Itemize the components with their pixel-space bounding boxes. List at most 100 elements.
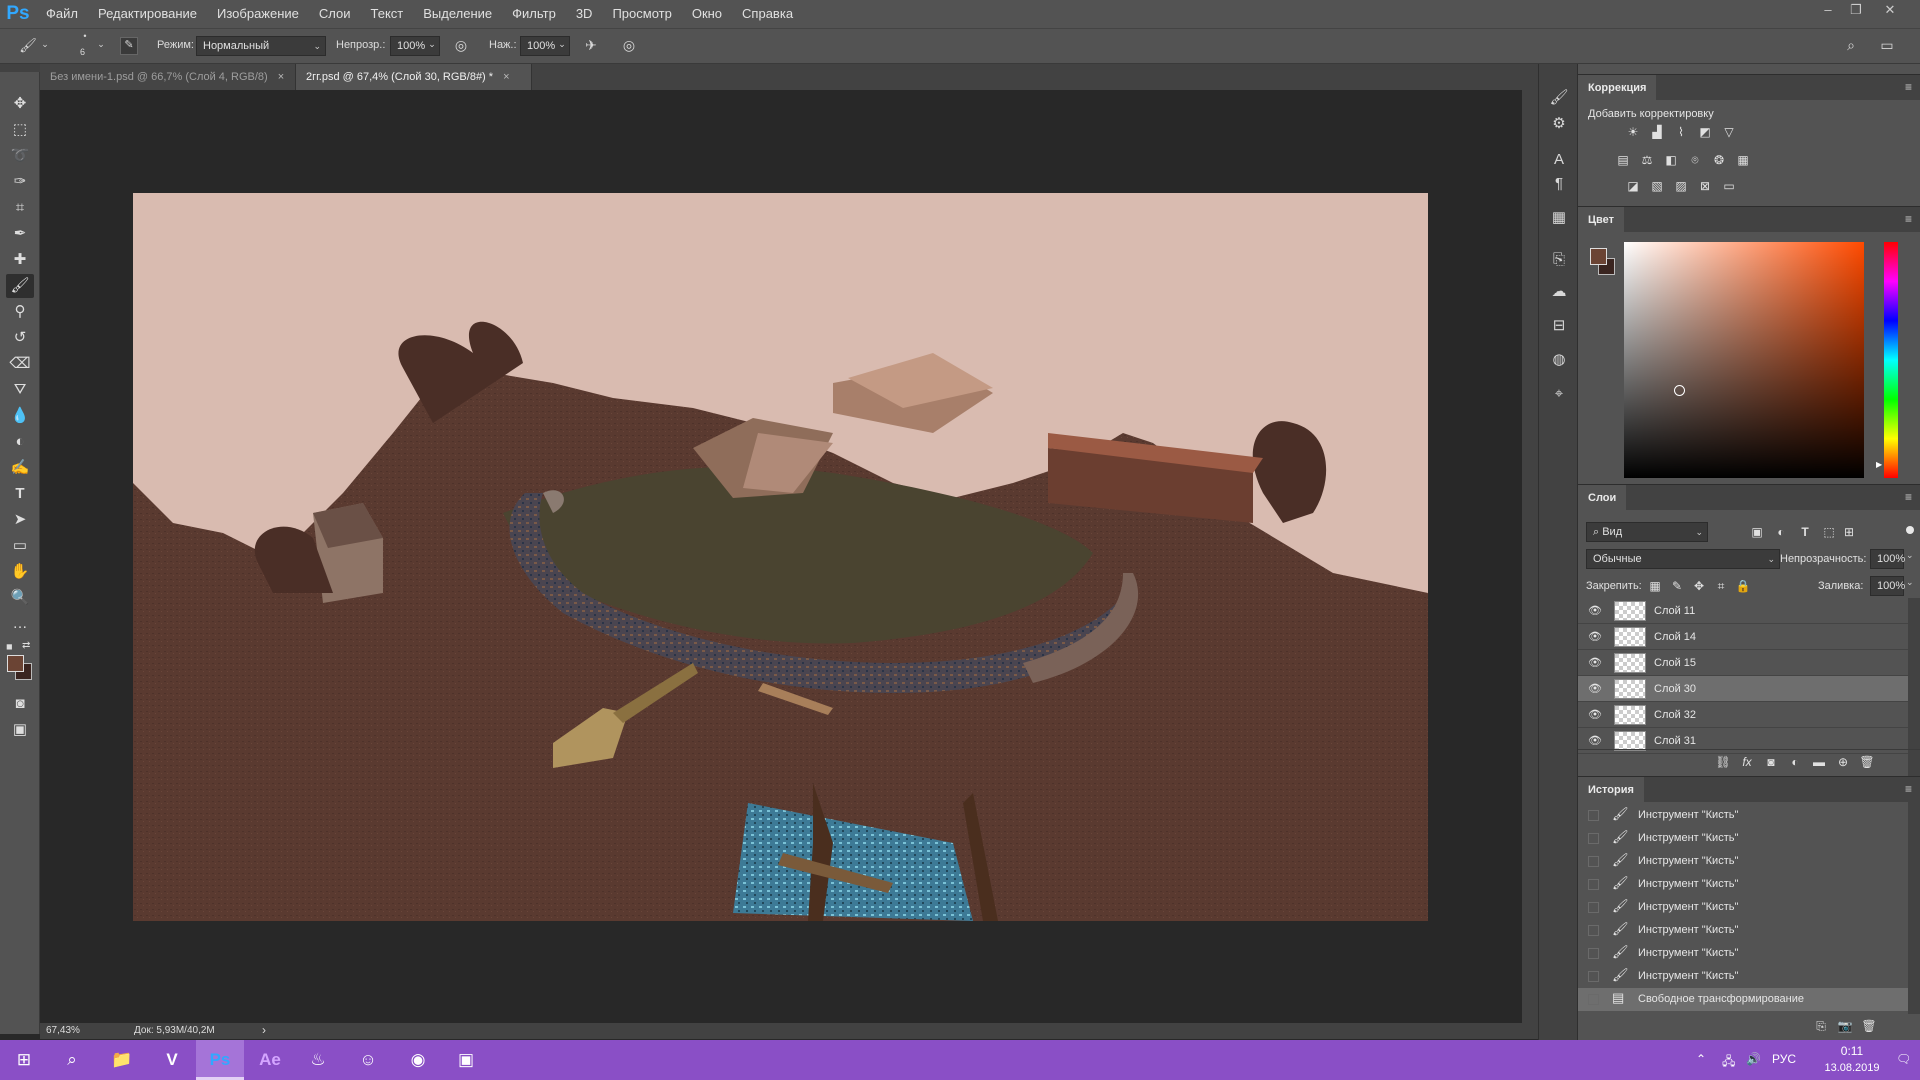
eye-icon[interactable]: 👁 (1588, 682, 1602, 695)
new-adjustment-icon[interactable]: ◐ (1786, 754, 1804, 770)
quick-select-tool-icon[interactable]: ✑ (6, 170, 34, 194)
history-panel-title[interactable]: История (1578, 777, 1644, 803)
eraser-tool-icon[interactable]: ⌫ (6, 352, 34, 376)
history-item-current[interactable]: ▤ Свободное трансформирование (1578, 988, 1908, 1011)
tray-chevron-icon[interactable]: ⌃ (1696, 1052, 1706, 1066)
invert-icon[interactable]: ◪ (1624, 178, 1642, 194)
new-document-from-state-icon[interactable]: ⎘ (1812, 1018, 1830, 1034)
libraries-icon[interactable]: ☁ (1547, 280, 1571, 304)
history-brush-tool-icon[interactable]: ↺ (6, 326, 34, 350)
type-tool-icon[interactable]: T (6, 482, 34, 506)
hue-slider[interactable] (1884, 242, 1898, 478)
layer-row[interactable]: 👁 Слой 11 (1578, 598, 1908, 624)
panel-menu-icon[interactable]: ≡ (1905, 80, 1912, 94)
default-colors-icon[interactable]: ◼ (6, 642, 18, 651)
chrome-app-icon[interactable]: ◉ (394, 1040, 442, 1080)
pressure-size-icon[interactable]: ◎ (620, 37, 638, 54)
notifications-icon[interactable]: 🗨 (1896, 1052, 1911, 1066)
menu-help[interactable]: Справка (732, 0, 803, 28)
filter-type-icon[interactable]: T (1796, 524, 1814, 540)
blend-mode-select[interactable]: Обычные ⌄ (1586, 549, 1780, 569)
character-icon[interactable]: A (1547, 148, 1571, 172)
curves-icon[interactable]: ⌇ (1672, 124, 1690, 140)
move-tool-icon[interactable]: ✥ (6, 92, 34, 116)
eye-icon[interactable]: 👁 (1588, 734, 1602, 747)
menu-edit[interactable]: Редактирование (88, 0, 207, 28)
brush-panel-icon[interactable]: ✎ (120, 37, 138, 55)
history-checkbox[interactable] (1588, 925, 1599, 936)
volume-icon[interactable]: 🔊 (1746, 1052, 1761, 1066)
panel-menu-icon[interactable]: ≡ (1905, 490, 1912, 504)
lock-all-icon[interactable]: 🔒 (1734, 578, 1752, 594)
link-layers-icon[interactable]: ⛓ (1714, 754, 1732, 770)
delete-layer-icon[interactable]: 🗑 (1858, 754, 1876, 770)
layer-opacity-input[interactable]: 100% (1870, 549, 1905, 569)
vibrance-icon[interactable]: ▽ (1720, 124, 1738, 140)
eye-icon[interactable]: 👁 (1588, 604, 1602, 617)
selective-color-icon[interactable]: ⊠ (1696, 178, 1714, 194)
black-white-icon[interactable]: ◧ (1662, 152, 1680, 168)
windows-start-icon[interactable]: ⊞ (0, 1040, 48, 1080)
hand-tool-icon[interactable]: ✋ (6, 560, 34, 584)
eyedropper-tool-icon[interactable]: ✒ (6, 222, 34, 246)
swatches-icon[interactable]: ▦ (1547, 206, 1571, 230)
lock-artboard-icon[interactable]: ⌗ (1712, 578, 1730, 594)
brush-tool-icon[interactable]: 🖌 (6, 274, 34, 298)
hue-slider-marker-icon[interactable]: ▶ (1876, 460, 1882, 469)
restore-icon[interactable]: ❐ (1842, 0, 1870, 20)
eye-icon[interactable]: 👁 (1588, 656, 1602, 669)
adjustments-panel-title[interactable]: Коррекция (1578, 75, 1657, 101)
airbrush-icon[interactable]: ✈ (582, 37, 600, 54)
history-item[interactable]: 🖌 Инструмент "Кисть" (1578, 827, 1908, 850)
file-explorer-icon[interactable]: 📁 (98, 1040, 146, 1080)
dodge-tool-icon[interactable]: ◐ (6, 430, 34, 454)
search-icon[interactable]: ⌕ (48, 1040, 96, 1080)
pressure-opacity-icon[interactable]: ◎ (452, 37, 470, 54)
mode-select[interactable]: Нормальный ⌄ (196, 36, 326, 56)
threshold-icon[interactable]: ▨ (1672, 178, 1690, 194)
status-menu-arrow-icon[interactable]: › (262, 1023, 266, 1037)
channels-icon[interactable]: ◍ (1547, 348, 1571, 372)
eye-icon[interactable]: 👁 (1588, 630, 1602, 643)
chevron-down-icon[interactable]: ⌄ (556, 39, 568, 50)
brush-settings-icon[interactable]: 🖌 (1547, 86, 1571, 110)
chevron-down-icon[interactable]: ⌄ (40, 39, 50, 50)
add-mask-icon[interactable]: ◙ (1762, 754, 1780, 770)
menu-select[interactable]: Выделение (413, 0, 502, 28)
after-effects-app-icon[interactable]: Ae (246, 1040, 294, 1080)
color-picker-marker[interactable] (1674, 385, 1685, 396)
filter-adjustment-icon[interactable]: ◐ (1772, 524, 1790, 540)
delete-state-icon[interactable]: 🗑 (1860, 1018, 1878, 1034)
close-icon[interactable]: × (503, 71, 509, 83)
lasso-tool-icon[interactable]: ➰ (6, 144, 34, 168)
menu-window[interactable]: Окно (682, 0, 732, 28)
healing-tool-icon[interactable]: ✚ (6, 248, 34, 272)
app-window-icon[interactable]: ▣ (442, 1040, 490, 1080)
history-checkbox[interactable] (1588, 856, 1599, 867)
close-icon[interactable]: ✕ (1876, 0, 1904, 20)
search-icon[interactable]: ⌕ (1842, 37, 1860, 54)
posterize-icon[interactable]: ▧ (1648, 178, 1666, 194)
chevron-down-icon[interactable]: ⌄ (1906, 577, 1914, 588)
pen-tool-icon[interactable]: ✍ (6, 456, 34, 480)
brush-presets-icon[interactable]: ⚙ (1547, 112, 1571, 136)
snapshot-icon[interactable]: 📷 (1836, 1018, 1854, 1034)
chevron-down-icon[interactable]: ⌄ (426, 39, 438, 50)
color-panel-title[interactable]: Цвет (1578, 207, 1625, 233)
color-lookup-icon[interactable]: ▦ (1734, 152, 1752, 168)
network-icon[interactable]: 🖧 (1722, 1052, 1735, 1073)
clock-time[interactable]: 0:11 (1822, 1044, 1882, 1058)
levels-icon[interactable]: ▟ (1648, 124, 1666, 140)
vertical-scrollbar[interactable] (1522, 90, 1538, 1023)
menu-view[interactable]: Просмотр (602, 0, 681, 28)
chevron-down-icon[interactable]: ⌄ (96, 39, 106, 50)
color-field[interactable] (1624, 242, 1864, 478)
lock-pixels-icon[interactable]: ✎ (1668, 578, 1686, 594)
new-group-icon[interactable]: ▬ (1810, 754, 1828, 770)
fill-input[interactable]: 100% (1870, 576, 1905, 596)
history-item[interactable]: 🖌 Инструмент "Кисть" (1578, 850, 1908, 873)
paths-icon[interactable]: ⌖ (1547, 382, 1571, 406)
history-checkbox[interactable] (1588, 879, 1599, 890)
path-select-tool-icon[interactable]: ➤ (6, 508, 34, 532)
tab-document-1[interactable]: Без имени-1.psd @ 66,7% (Слой 4, RGB/8) × (40, 64, 296, 90)
